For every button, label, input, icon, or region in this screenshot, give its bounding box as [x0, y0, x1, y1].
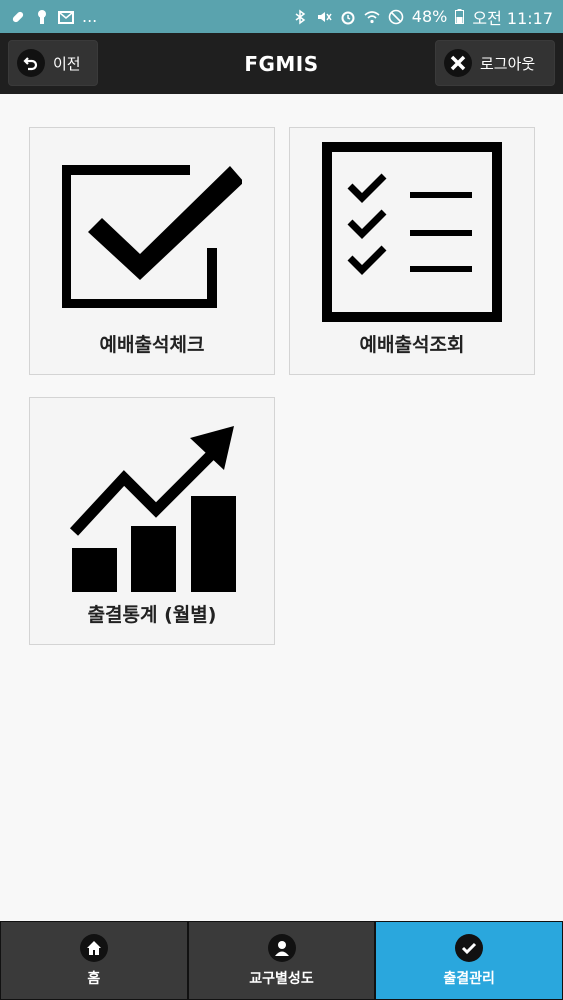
- wifi-icon: [364, 10, 380, 23]
- mail-icon: [58, 10, 74, 24]
- checklist-icon: [317, 142, 507, 322]
- check-icon: [455, 933, 484, 962]
- battery-icon: [455, 9, 465, 24]
- nav-label: 출결관리: [443, 970, 495, 987]
- logout-label: 로그아웃: [480, 54, 536, 73]
- status-bar: ... 48% 오전 11:17: [0, 0, 563, 33]
- no-sim-icon: [388, 9, 404, 24]
- checkbox-icon: [57, 142, 247, 322]
- nav-members-by-parish[interactable]: 교구별성도: [187, 921, 376, 1000]
- nav-attendance-management[interactable]: 출결관리: [375, 921, 563, 1000]
- tile-attendance-check[interactable]: 예배출석체크: [29, 127, 275, 375]
- close-icon: [444, 49, 472, 77]
- tile-attendance-lookup[interactable]: 예배출석조회: [289, 127, 535, 375]
- clock: 오전 11:17: [472, 8, 553, 28]
- alarm-icon: [341, 11, 355, 24]
- back-button[interactable]: 이전: [8, 40, 98, 86]
- home-icon: [79, 933, 108, 962]
- tile-label: 예배출석조회: [359, 334, 465, 356]
- bandage-icon: [12, 11, 24, 22]
- app-header: 이전 FGMIS 로그아웃: [0, 33, 563, 94]
- page-title: FGMIS: [244, 51, 319, 76]
- tile-label: 출결통계 (월별): [87, 604, 217, 626]
- nav-label: 홈: [87, 970, 101, 987]
- battery-percent: 48%: [411, 7, 448, 26]
- person-icon: [267, 933, 296, 962]
- status-right: 48% 오전 11:17: [292, 5, 553, 29]
- keyhole-icon: [38, 9, 46, 24]
- status-left: ...: [10, 7, 97, 26]
- nav-label: 교구별성도: [249, 970, 314, 987]
- tile-label: 예배출석체크: [99, 334, 205, 356]
- mute-icon: [317, 11, 332, 22]
- undo-icon: [17, 49, 45, 77]
- logout-button[interactable]: 로그아웃: [435, 40, 555, 86]
- nav-home[interactable]: 홈: [0, 921, 188, 1000]
- tile-monthly-stats[interactable]: 출결통계 (월별): [29, 397, 275, 645]
- bottom-nav: 홈 교구별성도 출결관리: [0, 921, 563, 1000]
- bluetooth-icon: [295, 9, 306, 24]
- growth-chart-icon: [57, 412, 247, 592]
- back-label: 이전: [53, 54, 81, 73]
- status-ellipsis: ...: [82, 7, 98, 26]
